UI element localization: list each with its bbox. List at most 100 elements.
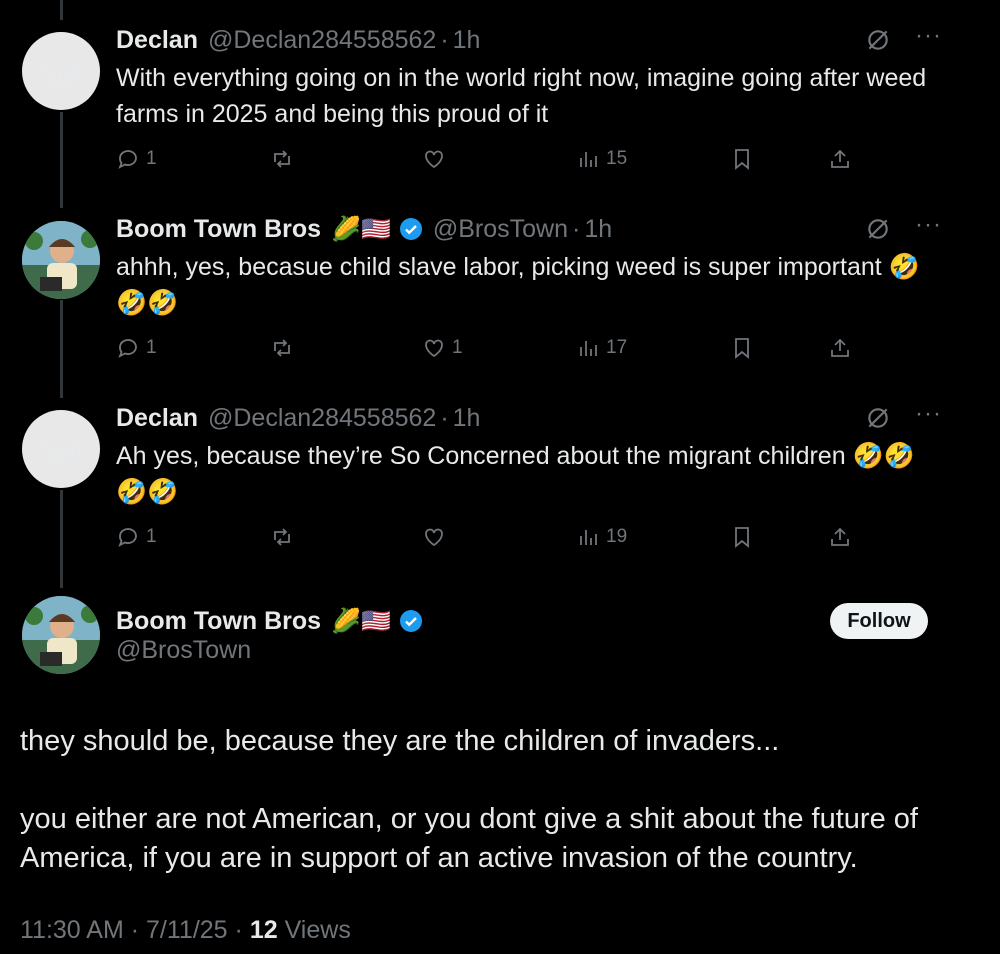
share-button[interactable]	[828, 522, 852, 552]
bookmark-button[interactable]	[730, 522, 754, 552]
timestamp[interactable]: 1h	[453, 26, 481, 55]
user-handle[interactable]: @BrosTown	[116, 636, 251, 665]
main-tweet-text: they should be, because they are the chi…	[20, 722, 960, 878]
display-name[interactable]: Declan	[116, 404, 198, 433]
like-button[interactable]	[422, 144, 452, 174]
share-button[interactable]	[828, 333, 852, 363]
avatar-emoji: 😂	[34, 45, 88, 97]
like-button[interactable]: 1	[422, 333, 463, 363]
more-icon[interactable]: ···	[915, 213, 942, 237]
tweet-header: Boom Town Bros 🌽🇺🇸 @BrosTown · 1h	[116, 211, 612, 247]
repost-icon	[274, 150, 290, 168]
reply-button[interactable]: 1	[116, 522, 157, 552]
heart-icon	[425, 150, 443, 169]
avatar-illustration	[22, 596, 100, 674]
views-count: 12	[249, 916, 278, 944]
grok-icon[interactable]	[865, 27, 891, 53]
heart-icon	[425, 528, 443, 547]
views-button[interactable]: 15	[576, 144, 627, 174]
bookmark-button[interactable]	[730, 333, 754, 363]
reply-count: 1	[146, 526, 157, 547]
post-date[interactable]: 7/11/25	[146, 916, 228, 944]
views-icon	[580, 341, 597, 356]
separator: ·	[440, 403, 449, 432]
tweet-text: Ah yes, because they’re So Concerned abo…	[116, 442, 915, 506]
display-name[interactable]: Boom Town Bros	[116, 215, 321, 244]
timestamp[interactable]: 1h	[584, 215, 612, 244]
bookmark-icon	[735, 338, 749, 359]
separator: ·	[440, 25, 449, 54]
repost-icon	[274, 528, 290, 546]
grok-icon[interactable]	[865, 216, 891, 242]
avatar-emoji: 😂	[34, 423, 88, 475]
views-button[interactable]: 19	[576, 522, 627, 552]
heart-icon	[425, 339, 443, 358]
repost-button[interactable]	[270, 522, 294, 552]
thread-line	[60, 112, 63, 208]
separator: ·	[572, 214, 581, 243]
tweet-paragraph: you either are not American, or you dont…	[20, 803, 918, 874]
views-icon	[580, 152, 597, 167]
name-emojis: 🌽🇺🇸	[331, 215, 391, 243]
post-time[interactable]: 11:30 AM	[20, 916, 124, 944]
display-name[interactable]: Boom Town Bros	[116, 607, 321, 636]
reply-icon	[118, 150, 137, 169]
repost-icon	[274, 339, 290, 357]
display-name[interactable]: Declan	[116, 26, 198, 55]
like-button[interactable]	[422, 522, 452, 552]
name-emojis: 🌽🇺🇸	[331, 607, 391, 635]
action-bar: 1 19	[116, 522, 856, 552]
action-bar: 1 15	[116, 144, 856, 174]
repost-button[interactable]	[270, 144, 294, 174]
views-label: Views	[284, 916, 351, 944]
bookmark-button[interactable]	[730, 144, 754, 174]
reply-button[interactable]: 1	[116, 333, 157, 363]
avatar[interactable]	[22, 596, 100, 674]
views-button[interactable]: 17	[576, 333, 627, 363]
bookmark-icon	[735, 149, 749, 170]
tweet-header: Declan @Declan284558562 · 1h	[116, 22, 480, 58]
avatar[interactable]	[22, 221, 100, 299]
user-handle[interactable]: @Declan284558562	[208, 26, 436, 55]
more-icon[interactable]: ···	[915, 24, 942, 48]
repost-button[interactable]	[270, 333, 294, 363]
user-handle[interactable]: @Declan284558562	[208, 404, 436, 433]
tweet-text: ahhh, yes, becasue child slave labor, pi…	[116, 253, 920, 317]
thread-line	[60, 0, 63, 20]
reply-icon	[118, 528, 137, 547]
more-icon[interactable]: ···	[915, 402, 942, 426]
reply-count: 1	[146, 148, 157, 169]
share-icon	[831, 338, 849, 357]
user-handle[interactable]: @BrosTown	[433, 215, 568, 244]
avatar[interactable]: 😂	[22, 32, 100, 110]
tweet-text: With everything going on in the world ri…	[116, 64, 927, 128]
like-count: 1	[452, 337, 463, 358]
views-icon	[580, 530, 597, 545]
view-count: 17	[606, 337, 628, 358]
verified-badge-icon	[399, 217, 423, 241]
tweet-header: Declan @Declan284558562 · 1h	[116, 400, 480, 436]
view-count: 15	[606, 148, 628, 169]
avatar[interactable]: 😂	[22, 410, 100, 488]
view-count: 19	[606, 526, 628, 547]
separator: ·	[234, 916, 243, 944]
reply-icon	[118, 339, 137, 358]
avatar-illustration	[22, 221, 100, 299]
main-author: Boom Town Bros 🌽🇺🇸	[116, 603, 423, 639]
share-button[interactable]	[828, 144, 852, 174]
thread-line	[60, 300, 63, 398]
grok-icon[interactable]	[865, 405, 891, 431]
share-icon	[831, 527, 849, 546]
verified-badge-icon	[399, 609, 423, 633]
share-icon	[831, 149, 849, 168]
separator: ·	[130, 916, 140, 944]
reply-button[interactable]: 1	[116, 144, 157, 174]
bookmark-icon	[735, 527, 749, 548]
thread-line	[60, 490, 63, 588]
action-bar: 1 1 17	[116, 333, 856, 363]
timestamp[interactable]: 1h	[453, 404, 481, 433]
follow-button[interactable]: Follow	[830, 603, 928, 639]
reply-count: 1	[146, 337, 157, 358]
tweet-paragraph: they should be, because they are the chi…	[20, 725, 780, 757]
tweet-meta: 11:30 AM · 7/11/25 · 12 Views	[20, 916, 351, 945]
